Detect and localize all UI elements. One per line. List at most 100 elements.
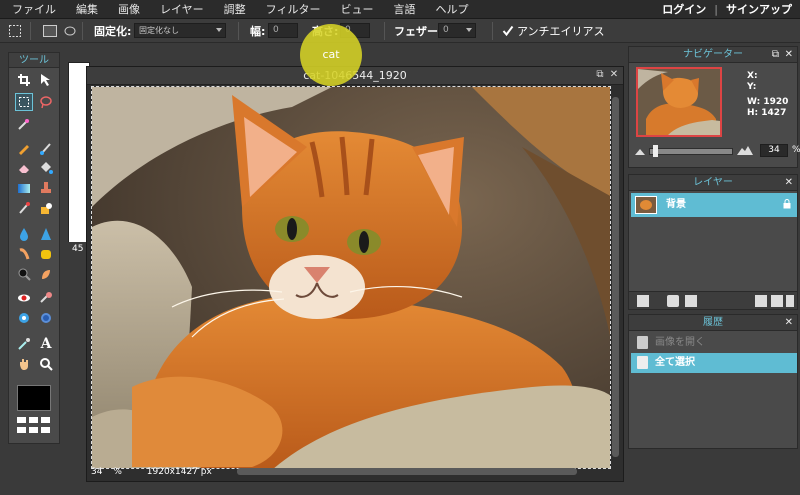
- magic-wand-icon[interactable]: [15, 115, 33, 133]
- highlight-label: cat: [322, 48, 340, 61]
- navigator-header: ナビゲーター ⧉ ✕: [629, 47, 797, 63]
- document-window: cat-1046544_1920 ⧉ ✕ 34 % 1920x1427 px: [86, 66, 624, 482]
- signup-link[interactable]: サインアップ: [726, 0, 792, 19]
- move-tool-icon[interactable]: [37, 71, 55, 89]
- document-zoom[interactable]: 34: [91, 467, 102, 477]
- grid-view-icon[interactable]: [17, 417, 51, 437]
- zoom-slider-knob[interactable]: [653, 145, 658, 157]
- menu-view[interactable]: ビュー: [330, 0, 383, 19]
- blur-tool-icon[interactable]: [15, 225, 33, 243]
- zoom-in-icon[interactable]: [737, 145, 753, 155]
- delete-layer-icon[interactable]: [771, 295, 783, 307]
- lock-icon: [783, 199, 791, 212]
- feather-input[interactable]: 0: [438, 23, 476, 38]
- history-item[interactable]: 画像を開く: [631, 333, 797, 353]
- chevron-down-icon: [466, 28, 472, 32]
- spot-heal-icon[interactable]: [37, 289, 55, 307]
- antialias-checkbox[interactable]: アンチエイリアス: [502, 19, 605, 43]
- hand-tool-icon[interactable]: [15, 355, 33, 373]
- vertical-scrollbar[interactable]: [612, 97, 619, 457]
- marquee-tool-icon[interactable]: [15, 93, 33, 111]
- width-input[interactable]: 0: [268, 23, 298, 38]
- brush-tool-icon[interactable]: [37, 139, 55, 157]
- menu-help[interactable]: ヘルプ: [425, 0, 478, 19]
- restore-icon[interactable]: ⧉: [772, 47, 779, 63]
- layer-toolbar: [629, 291, 797, 309]
- divider: [238, 22, 239, 40]
- crop-tool-icon[interactable]: [15, 71, 33, 89]
- history-header: 履歴 ✕: [629, 315, 797, 331]
- fixed-select[interactable]: 固定化なし: [134, 23, 226, 38]
- history-item-label: 全て選択: [655, 357, 695, 368]
- dodge-tool-icon[interactable]: [15, 265, 33, 283]
- checkmark-icon: [502, 25, 514, 37]
- login-link[interactable]: ログイン: [662, 0, 706, 19]
- adjustment-layer-icon[interactable]: [685, 295, 697, 307]
- foreground-color-swatch[interactable]: [17, 385, 51, 411]
- menu-adjust[interactable]: 調整: [214, 0, 256, 19]
- fixed-label: 固定化:: [94, 25, 132, 38]
- color-replace-icon[interactable]: [15, 199, 33, 217]
- options-bar: 固定化: 固定化なし 幅: 0 高さ: 0 フェザー: 0 アンチエイリアス: [0, 19, 800, 43]
- more-icon[interactable]: [786, 295, 794, 307]
- layer-styles-icon[interactable]: [637, 295, 649, 307]
- gradient-tool-icon[interactable]: [15, 179, 33, 197]
- menu-filter[interactable]: フィルター: [256, 0, 331, 19]
- zoom-slider[interactable]: [649, 148, 733, 155]
- color-picker-icon[interactable]: [15, 335, 33, 353]
- navigator-zoom: 34 %: [635, 144, 800, 158]
- eraser-tool-icon[interactable]: [15, 159, 33, 177]
- paint-bucket-icon[interactable]: [37, 159, 55, 177]
- smudge-tool-icon[interactable]: [15, 245, 33, 263]
- drawing-tool-icon[interactable]: [37, 199, 55, 217]
- close-icon[interactable]: ✕: [785, 315, 793, 331]
- history-title: 履歴: [703, 317, 723, 328]
- pencil-tool-icon[interactable]: [15, 139, 33, 157]
- layer-mask-icon[interactable]: [667, 295, 679, 307]
- type-tool-icon[interactable]: A: [37, 335, 55, 353]
- zoom-out-icon[interactable]: [635, 147, 645, 155]
- zoom-tool-icon[interactable]: [37, 355, 55, 373]
- pinch-tool-icon[interactable]: [37, 309, 55, 327]
- red-eye-tool-icon[interactable]: [15, 289, 33, 307]
- marquee-tool-icon[interactable]: [8, 19, 22, 43]
- feather-value: 0: [443, 25, 449, 35]
- document-zoom-unit: %: [113, 467, 122, 477]
- bloat-tool-icon[interactable]: [15, 309, 33, 327]
- menu-file[interactable]: ファイル: [0, 0, 66, 19]
- navigator-thumbnail[interactable]: [636, 67, 722, 137]
- burn-tool-icon[interactable]: [37, 265, 55, 283]
- menu-image[interactable]: 画像: [108, 0, 150, 19]
- layer-item[interactable]: 背景: [631, 193, 797, 217]
- nav-h-label: H:: [747, 108, 759, 118]
- antialias-label: アンチエイリアス: [517, 25, 605, 38]
- lasso-tool-icon[interactable]: [37, 93, 55, 111]
- menu-bar: ファイル 編集 画像 レイヤー 調整 フィルター ビュー 言語 ヘルプ ログイン…: [0, 0, 800, 19]
- close-icon[interactable]: ✕: [609, 70, 619, 80]
- sharpen-tool-icon[interactable]: [37, 225, 55, 243]
- navigator-title: ナビゲーター: [683, 49, 743, 60]
- auth-links: ログイン | サインアップ: [662, 0, 792, 19]
- ellipse-select-mode-icon[interactable]: [64, 19, 76, 43]
- auth-separator: |: [714, 3, 718, 16]
- stamp-tool-icon[interactable]: [37, 179, 55, 197]
- close-icon[interactable]: ✕: [785, 175, 793, 191]
- divider: [82, 22, 83, 40]
- document-icon: [637, 336, 648, 349]
- restore-icon[interactable]: ⧉: [595, 70, 605, 80]
- divider: [30, 22, 31, 40]
- menu-language[interactable]: 言語: [383, 0, 425, 19]
- divider: [384, 22, 385, 40]
- new-layer-icon[interactable]: [755, 295, 767, 307]
- horizontal-scrollbar[interactable]: [237, 468, 577, 475]
- sponge-tool-icon[interactable]: [37, 245, 55, 263]
- menu-edit[interactable]: 編集: [66, 0, 108, 19]
- rect-select-mode-icon[interactable]: [42, 19, 58, 43]
- click-highlight: cat: [300, 24, 362, 86]
- document-status: 34 % 1920x1427 px: [91, 466, 212, 479]
- menu-layer[interactable]: レイヤー: [150, 0, 214, 19]
- canvas-image[interactable]: [91, 86, 611, 469]
- history-item-active[interactable]: 全て選択: [631, 353, 797, 373]
- navigator-zoom-input[interactable]: 34: [760, 144, 788, 157]
- close-icon[interactable]: ✕: [785, 47, 793, 63]
